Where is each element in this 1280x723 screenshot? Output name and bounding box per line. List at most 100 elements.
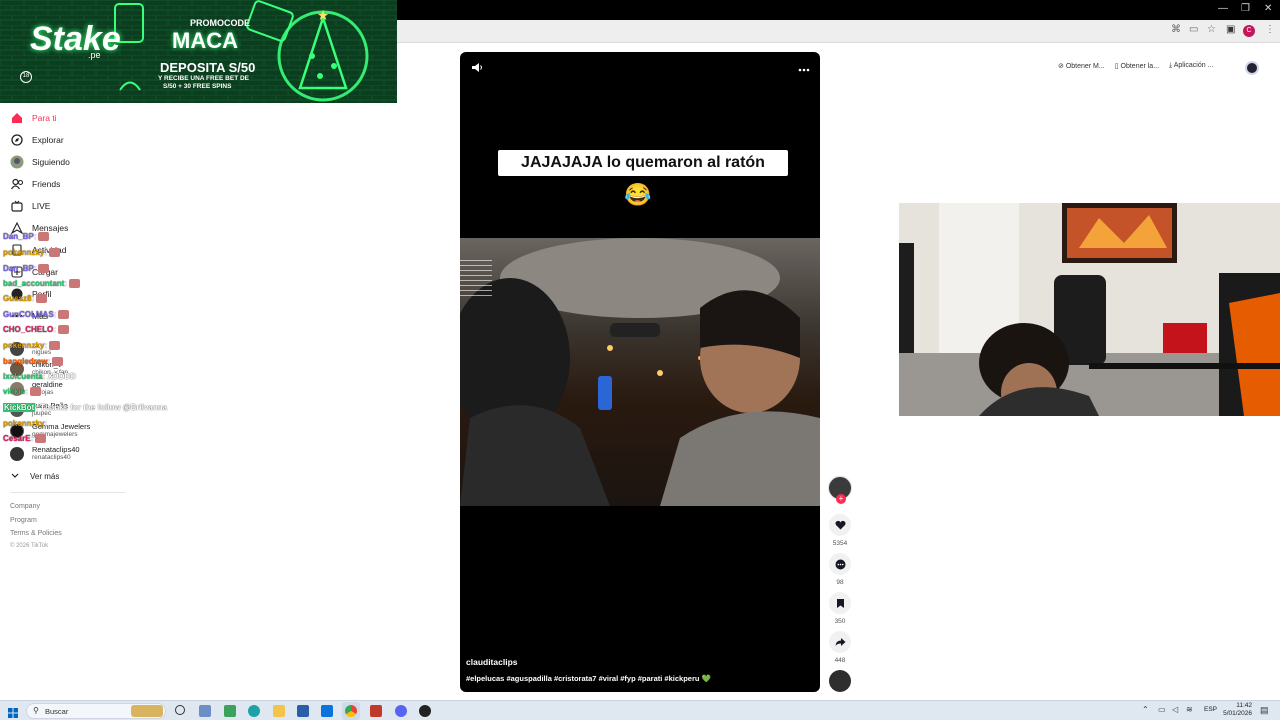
- account-name: Renataclips40: [32, 445, 80, 454]
- volume-icon[interactable]: [471, 62, 483, 76]
- video-player[interactable]: JAJAJAJA lo quemaron al ratón 😂 claudita…: [460, 52, 820, 692]
- user-avatar[interactable]: [1245, 61, 1259, 75]
- bookmark-star-icon[interactable]: ☆: [1207, 24, 1216, 35]
- more-options-icon[interactable]: [798, 62, 810, 80]
- chevron-up-icon[interactable]: ⌃: [1142, 705, 1149, 714]
- emote-icon: [38, 232, 50, 242]
- chat-text: : Thanks for the follow @Brilvanna: [35, 403, 168, 412]
- profile-avatar[interactable]: C: [1243, 25, 1255, 37]
- search-highlight-image: [131, 705, 163, 717]
- bookmark-icon[interactable]: [829, 592, 851, 614]
- restore-icon[interactable]: ❐: [1241, 3, 1250, 14]
- see-more-button[interactable]: Ver más: [10, 466, 59, 486]
- compass-icon: [10, 133, 24, 147]
- emote-icon: [38, 264, 50, 274]
- share-action[interactable]: 448: [828, 631, 852, 664]
- stake-logo: Stake: [30, 20, 121, 58]
- avatar: [10, 446, 24, 461]
- video-frame-car-scene: [460, 238, 820, 506]
- comment-icon[interactable]: [829, 553, 851, 575]
- video-caption-text: JAJAJAJA lo quemaron al ratón: [498, 150, 788, 176]
- svg-text:★: ★: [317, 8, 330, 24]
- file-explorer-icon[interactable]: [273, 705, 285, 717]
- comment-action[interactable]: 98: [828, 553, 852, 586]
- footer-link-company[interactable]: Company: [10, 503, 40, 510]
- obs-icon[interactable]: [419, 705, 431, 717]
- heart-icon[interactable]: [829, 514, 851, 536]
- sidebar-item-label: Siguiendo: [32, 157, 70, 167]
- minimize-icon[interactable]: —: [1218, 3, 1228, 14]
- chrome-icon[interactable]: [345, 705, 357, 717]
- windows-taskbar: ⚲ Buscar ⌃ ▭ ◁ ≋ ESP 11:42 5/01/2026 ▤: [0, 700, 1280, 720]
- live-icon: [10, 199, 24, 213]
- chat-text: :: [33, 232, 37, 241]
- save-action[interactable]: 350: [828, 592, 852, 625]
- sidebar-divider: [10, 492, 125, 493]
- chat-text: :: [64, 279, 68, 288]
- system-clock[interactable]: 11:42 5/01/2026: [1222, 702, 1252, 718]
- chat-user: CesarE: [3, 434, 31, 443]
- chat-user: Dan_BP: [3, 232, 34, 241]
- get-app-button[interactable]: ▯ Obtener la...: [1115, 62, 1159, 70]
- emote-icon: [52, 357, 64, 367]
- following-icon: [10, 155, 24, 169]
- tiktok-header-actions: ⊘ Obtener M... ▯ Obtener la... ⤓ Aplicac…: [1058, 62, 1213, 70]
- windows-start-icon[interactable]: [8, 705, 18, 723]
- sidebar-item-live[interactable]: LIVE: [10, 196, 50, 216]
- taskbar-search-box[interactable]: ⚲ Buscar: [26, 703, 166, 719]
- car-interior-illustration: [460, 238, 820, 506]
- chat-user: pokennzky: [3, 341, 45, 350]
- store-icon[interactable]: [297, 705, 309, 717]
- sidebar-item-explorar[interactable]: Explorar: [10, 130, 64, 150]
- sound-disc-avatar[interactable]: [829, 670, 851, 692]
- network-icon[interactable]: ▭: [1158, 705, 1166, 714]
- close-icon[interactable]: ✕: [1264, 3, 1272, 14]
- media-app-icon[interactable]: [370, 705, 382, 717]
- video-hashtags[interactable]: #elpelucas #aguspadilla #cristorata7 #vi…: [466, 674, 711, 683]
- like-action[interactable]: 5354: [828, 514, 852, 547]
- chat-message: GunCOLMAS:: [3, 310, 70, 320]
- notifications-icon[interactable]: ▤: [1260, 705, 1269, 716]
- extensions-icon[interactable]: ▣: [1226, 24, 1235, 35]
- menu-icon[interactable]: ⋮: [1265, 24, 1275, 35]
- emote-icon: [35, 434, 47, 444]
- footer-link-program[interactable]: Program: [10, 517, 37, 524]
- chat-user: bangledrew: [3, 357, 48, 366]
- language-indicator[interactable]: ESP: [1204, 706, 1217, 713]
- creator-avatar[interactable]: +: [828, 476, 852, 504]
- sidebar-item-friends[interactable]: Friends: [10, 174, 60, 194]
- chat-user: lxolcuenta: [3, 372, 43, 381]
- speaker-icon[interactable]: ◁: [1172, 705, 1178, 714]
- chat-text: :: [25, 387, 28, 396]
- sidebar-item-label: Friends: [32, 179, 61, 189]
- comment-count: 98: [836, 579, 844, 586]
- desktop-app-button[interactable]: ⤓ Aplicación ...: [1169, 62, 1213, 70]
- chat-text: :: [44, 248, 48, 257]
- chat-message: Dan_BP:: [3, 232, 50, 242]
- edge-browser-icon[interactable]: [248, 705, 260, 717]
- get-coins-button[interactable]: ⊘ Obtener M...: [1058, 62, 1105, 70]
- cast-icon[interactable]: ▭: [1189, 24, 1198, 35]
- following-account[interactable]: Renataclips40 renataclips40: [10, 445, 80, 462]
- home-icon: [10, 111, 24, 125]
- widgets-icon[interactable]: [199, 705, 211, 717]
- sidebar-item-para-ti[interactable]: Para ti: [10, 108, 57, 128]
- streamer-webcam: [899, 203, 1280, 416]
- translate-icon[interactable]: ⌘: [1171, 24, 1181, 35]
- footer-link-terms[interactable]: Terms & Policies: [10, 530, 62, 537]
- discord-icon[interactable]: [395, 705, 407, 717]
- task-view-icon[interactable]: [175, 705, 185, 715]
- sidebar-item-siguiendo[interactable]: Siguiendo: [10, 152, 70, 172]
- video-author[interactable]: clauditaclips: [466, 657, 518, 667]
- follow-plus-icon[interactable]: +: [836, 494, 846, 504]
- copilot-icon[interactable]: [224, 705, 236, 717]
- chat-message: Dan_BP:: [3, 264, 50, 274]
- chat-text: :: [44, 419, 48, 428]
- share-icon[interactable]: [829, 631, 851, 653]
- wifi-icon[interactable]: ≋: [1186, 705, 1193, 714]
- promo-headline: DEPOSITA S/50: [160, 60, 256, 75]
- mail-icon[interactable]: [321, 705, 333, 717]
- browser-toolbar: ⌘ ▭ ☆ ▣ C ⋮: [397, 20, 1280, 43]
- emote-icon: [58, 310, 70, 320]
- emote-icon: [36, 294, 48, 304]
